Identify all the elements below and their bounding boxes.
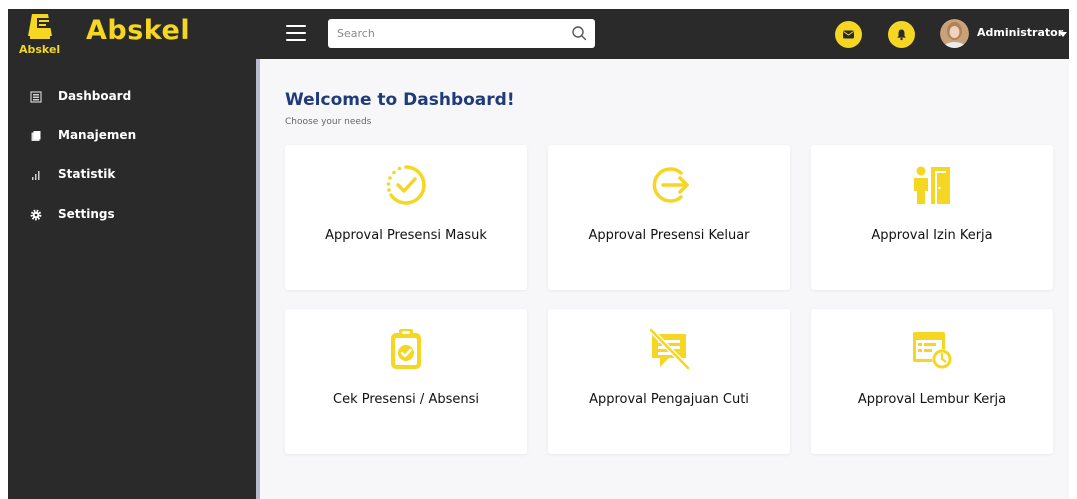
clipboard-check-icon	[391, 329, 421, 369]
search-icon[interactable]	[571, 25, 587, 41]
card-label: Approval Pengajuan Cuti	[589, 392, 749, 407]
brand-logo: Abskel	[19, 14, 60, 56]
card-cek-presensi-absensi[interactable]: Cek Presensi / Absensi	[285, 309, 527, 454]
page-title: Welcome to Dashboard!	[285, 90, 515, 110]
top-navbar: Abskel Abskel Search Administrator	[8, 9, 1069, 59]
envelope-icon	[843, 30, 854, 39]
brand[interactable]: Abskel Abskel	[18, 12, 218, 58]
page-subtitle: Choose your needs	[285, 117, 372, 127]
sidebar-item-manajemen[interactable]: Manajemen	[30, 125, 230, 147]
app-window: Abskel Abskel Search Administrator Dashb…	[8, 9, 1069, 499]
calendar-clock-icon	[913, 332, 952, 369]
brand-name: Abskel	[86, 15, 191, 46]
search-input[interactable]	[328, 19, 557, 48]
card-approval-pengajuan-cuti[interactable]: Approval Pengajuan Cuti	[548, 309, 790, 454]
card-approval-presensi-masuk[interactable]: Approval Presensi Masuk	[285, 145, 527, 290]
hamburger-line	[286, 39, 306, 41]
card-approval-lembur-kerja[interactable]: Approval Lembur Kerja	[811, 309, 1053, 454]
brand-logo-text: Abskel	[19, 43, 60, 56]
user-name: Administrator	[977, 26, 1064, 39]
card-approval-izin-kerja[interactable]: Approval Izin Kerja	[811, 145, 1053, 290]
card-label: Approval Lembur Kerja	[857, 392, 1007, 407]
card-label: Approval Presensi Keluar	[588, 228, 750, 243]
sidebar-item-label: Dashboard	[58, 89, 132, 103]
bell-icon	[897, 29, 906, 41]
sidebar-item-label: Statistik	[58, 167, 116, 181]
sidebar-item-settings[interactable]: Settings	[30, 204, 230, 226]
card-label: Cek Presensi / Absensi	[333, 392, 479, 407]
card-approval-presensi-keluar[interactable]: Approval Presensi Keluar	[548, 145, 790, 290]
card-label: Approval Presensi Masuk	[325, 228, 487, 243]
no-message-icon	[649, 328, 690, 370]
user-menu[interactable]: Administrator	[940, 19, 1069, 49]
chevron-down-icon	[1059, 32, 1067, 37]
messages-button[interactable]	[835, 21, 862, 48]
bar-chart-icon	[32, 171, 40, 180]
notifications-button[interactable]	[888, 21, 915, 48]
hamburger-line	[286, 25, 306, 27]
avatar	[940, 19, 969, 48]
hamburger-line	[286, 32, 306, 34]
folder-icon	[31, 131, 41, 141]
menu-toggle-button[interactable]	[286, 25, 306, 41]
main-content: Welcome to Dashboard! Choose your needs …	[260, 59, 1069, 499]
sidebar: Dashboard Manajemen Statistik Settings	[8, 59, 256, 499]
sidebar-item-dashboard[interactable]: Dashboard	[30, 86, 230, 108]
sidebar-item-label: Manajemen	[58, 128, 137, 142]
logout-icon	[652, 167, 689, 203]
sidebar-item-label: Settings	[58, 207, 115, 221]
check-in-icon	[386, 165, 426, 205]
search-box	[328, 19, 595, 48]
card-label: Approval Izin Kerja	[871, 228, 993, 243]
dashboard-icon	[30, 91, 42, 103]
gear-icon	[30, 209, 42, 221]
door-exit-icon	[914, 166, 950, 204]
sidebar-item-statistik[interactable]: Statistik	[30, 164, 230, 186]
